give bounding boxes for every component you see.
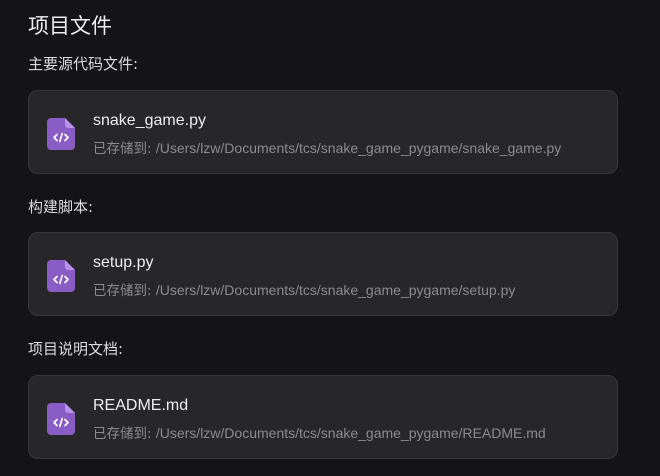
file-path: 已存储到: /Users/lzw/Documents/tcs/snake_gam…: [93, 423, 546, 444]
section-label-readme: 项目说明文档:: [28, 340, 124, 358]
page-title: 项目文件: [28, 14, 112, 38]
file-path: 已存储到: /Users/lzw/Documents/tcs/snake_gam…: [93, 280, 515, 301]
section-label-build: 构建脚本:: [28, 198, 94, 216]
path-value: /Users/lzw/Documents/tcs/snake_game_pyga…: [155, 140, 562, 156]
file-path: 已存储到: /Users/lzw/Documents/tcs/snake_gam…: [93, 138, 561, 159]
file-name: setup.py: [93, 254, 154, 271]
saved-prefix: 已存储到:: [93, 141, 152, 157]
code-file-icon: [47, 118, 75, 150]
saved-prefix: 已存储到:: [93, 426, 152, 442]
code-file-icon: [47, 403, 75, 435]
path-value: /Users/lzw/Documents/tcs/snake_game_pyga…: [155, 425, 546, 441]
code-file-icon: [47, 260, 75, 292]
file-name: README.md: [93, 397, 189, 414]
section-label-source: 主要源代码文件:: [28, 55, 139, 73]
file-card-readme[interactable]: README.md 已存储到: /Users/lzw/Documents/tcs…: [28, 375, 618, 459]
saved-prefix: 已存储到:: [93, 283, 152, 299]
file-name: snake_game.py: [93, 112, 206, 129]
file-card-source[interactable]: snake_game.py 已存储到: /Users/lzw/Documents…: [28, 90, 618, 174]
file-card-build[interactable]: setup.py 已存储到: /Users/lzw/Documents/tcs/…: [28, 232, 618, 316]
path-value: /Users/lzw/Documents/tcs/snake_game_pyga…: [155, 282, 516, 298]
